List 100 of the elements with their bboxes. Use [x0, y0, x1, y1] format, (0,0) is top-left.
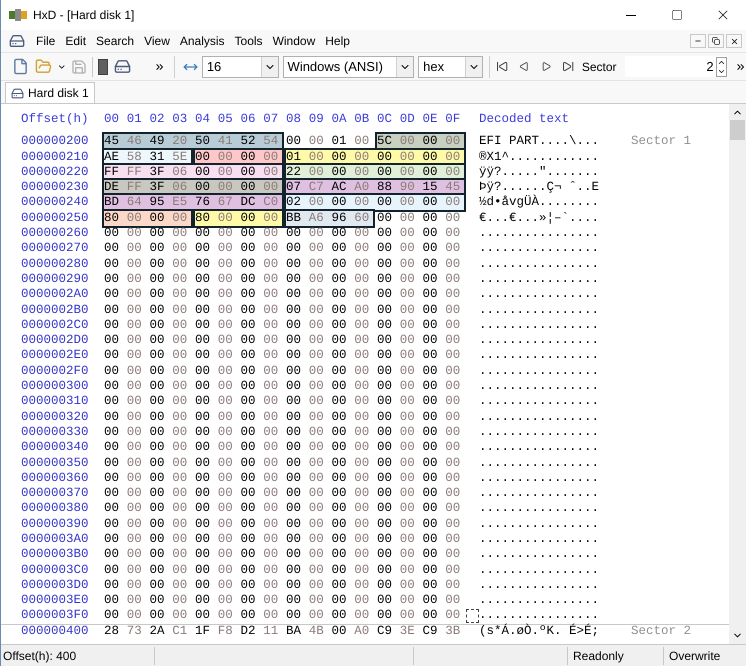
menu-item[interactable]: Edit — [60, 32, 92, 50]
hex-byte: 00 — [398, 408, 416, 426]
hex-byte: 00 — [376, 240, 394, 258]
hex-byte: 00 — [330, 424, 348, 441]
hex-byte: 00 — [216, 500, 234, 518]
hex-byte: 00 — [103, 516, 120, 533]
hex-byte: 00 — [353, 576, 370, 594]
decoded-text: ................ — [479, 286, 600, 304]
hex-byte: 00 — [262, 439, 280, 456]
new-file-button[interactable] — [11, 57, 30, 76]
row-offset: 000000280 — [20, 256, 90, 273]
scroll-thumb[interactable] — [730, 120, 745, 140]
minimize-icon — [626, 14, 636, 16]
hex-byte: 1F — [194, 623, 212, 640]
last-sector-icon[interactable] — [562, 60, 574, 73]
hex-byte: 00 — [398, 485, 416, 502]
hex-byte: 00 — [353, 454, 370, 472]
hex-byte: A0 — [353, 179, 370, 196]
hex-byte: 00 — [194, 470, 212, 487]
hex-byte: 00 — [262, 500, 280, 518]
mdi-restore-button[interactable] — [708, 34, 724, 48]
hex-byte: 00 — [285, 531, 302, 548]
hex-byte: 00 — [308, 607, 325, 624]
disk-button[interactable] — [113, 57, 132, 76]
hex-byte: 00 — [171, 454, 188, 472]
row-offset: 000000220 — [20, 164, 90, 181]
hex-byte: 00 — [171, 500, 188, 518]
hex-byte: 00 — [285, 225, 302, 242]
hex-byte: 00 — [126, 531, 143, 548]
menu-item[interactable]: Help — [320, 32, 355, 50]
hex-byte: 00 — [353, 531, 370, 548]
hex-byte: 00 — [148, 270, 166, 288]
hex-byte: 00 — [376, 302, 394, 319]
hex-byte: 00 — [240, 179, 257, 196]
hex-byte: 00 — [194, 164, 212, 181]
column-header: 05 — [216, 111, 234, 128]
bytes-per-row-select[interactable]: 16 — [202, 56, 279, 78]
hex-byte: 00 — [285, 485, 302, 502]
hex-byte: 28 — [103, 623, 120, 640]
row-offset: 0000002E0 — [20, 347, 90, 364]
menu-item[interactable]: Window — [268, 32, 320, 50]
hex-byte: 00 — [285, 408, 302, 426]
hex-byte: 00 — [398, 302, 416, 319]
offset-base-select[interactable]: hex — [418, 56, 484, 78]
next-sector-icon[interactable] — [541, 61, 552, 72]
hex-byte: 00 — [126, 454, 143, 472]
scrollbar[interactable] — [729, 104, 746, 644]
hex-byte: 00 — [126, 500, 143, 518]
hex-byte: 00 — [308, 270, 325, 288]
menu-item[interactable]: Analysis — [174, 32, 230, 50]
hex-byte: 00 — [103, 302, 120, 319]
sector-field[interactable]: 2 — [624, 56, 727, 77]
menu-item[interactable]: Search — [91, 32, 140, 50]
hex-byte: 00 — [444, 225, 462, 242]
hex-byte: 00 — [216, 210, 234, 227]
hex-byte: 00 — [262, 332, 280, 350]
hex-byte: 00 — [171, 210, 188, 227]
hex-byte: 00 — [262, 316, 280, 334]
hex-byte: 00 — [148, 316, 166, 334]
hex-byte: 00 — [330, 164, 348, 181]
hex-byte: 00 — [353, 408, 370, 426]
hex-byte: 00 — [148, 362, 166, 380]
hex-byte: 00 — [330, 576, 348, 594]
charset-select[interactable]: Windows (ANSI) — [282, 56, 414, 78]
hex-byte: 00 — [353, 500, 370, 518]
hex-byte: 00 — [422, 164, 439, 181]
hex-byte: 00 — [103, 592, 120, 610]
hex-byte: 00 — [285, 286, 302, 304]
hex-byte: 00 — [262, 362, 280, 380]
hex-byte: FF — [126, 164, 143, 181]
hex-byte: 60 — [353, 210, 370, 227]
hex-byte: 00 — [308, 531, 325, 548]
hex-byte: 00 — [353, 439, 370, 456]
hex-byte: 00 — [376, 194, 394, 212]
hex-byte: 00 — [353, 316, 370, 334]
hex-byte: 00 — [194, 240, 212, 258]
hex-byte: 00 — [194, 347, 212, 364]
first-sector-icon[interactable] — [496, 60, 509, 73]
hex-byte: 00 — [103, 270, 120, 288]
hex-byte: 00 — [103, 485, 120, 502]
hex-byte: 00 — [148, 332, 166, 350]
spin-icon — [716, 56, 727, 76]
hex-byte: 00 — [262, 164, 280, 181]
hex-byte: 00 — [194, 256, 212, 273]
hex-byte: 00 — [398, 576, 416, 594]
decoded-text: ................ — [479, 332, 600, 350]
hex-byte: 73 — [126, 623, 143, 640]
hex-byte: 00 — [103, 562, 120, 579]
hex-byte: 00 — [262, 393, 280, 410]
hex-byte: 00 — [285, 470, 302, 487]
menu-item[interactable]: File — [31, 32, 60, 50]
hex-byte: 00 — [103, 454, 120, 472]
mdi-minimize-button[interactable] — [690, 34, 706, 48]
menu-item[interactable]: View — [139, 32, 175, 50]
hex-byte: 00 — [422, 424, 439, 441]
previous-sector-icon[interactable] — [518, 61, 530, 72]
menu-item[interactable]: Tools — [230, 32, 268, 50]
hex-byte: 00 — [148, 531, 166, 548]
mdi-close-button[interactable] — [726, 34, 742, 48]
document-tab[interactable]: Hard disk 1 — [5, 82, 95, 103]
